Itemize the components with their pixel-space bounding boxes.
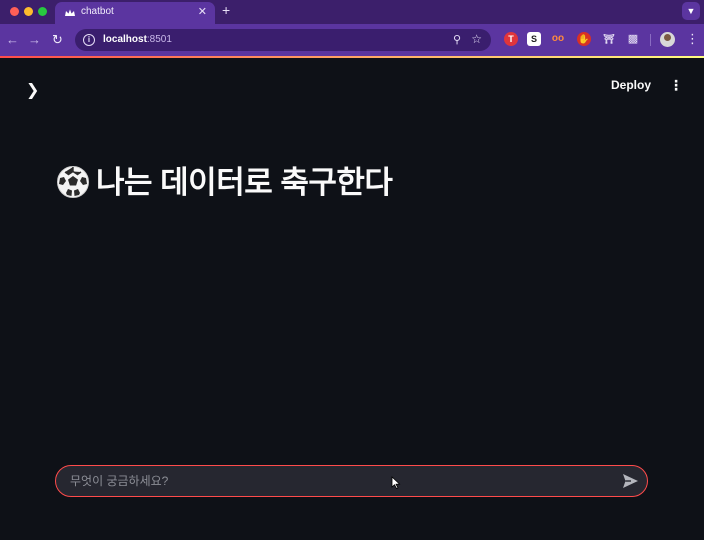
tab-search-chevron-icon[interactable]: ▼ [682, 2, 700, 20]
streamlit-app: ❯ Deploy ⋮ 나는 데이터로 축구한다 [0, 58, 704, 540]
toolbar-divider [650, 34, 651, 46]
mouse-cursor-icon [391, 476, 401, 489]
url-host: localhost [103, 34, 147, 45]
soccer-ball-icon [57, 166, 89, 198]
address-bar[interactable]: i localhost:8501 ⚲ ☆ [75, 29, 491, 51]
url-text: localhost:8501 [103, 34, 172, 45]
streamlit-crown-icon [65, 9, 75, 16]
profile-avatar[interactable] [660, 32, 675, 47]
site-info-icon[interactable]: i [83, 34, 95, 46]
extensions-puzzle-icon[interactable]: ▩ [626, 32, 640, 46]
url-port: :8501 [146, 34, 172, 45]
tab-close-icon[interactable]: ✕ [198, 5, 207, 18]
browser-tab-chatbot[interactable]: chatbot ✕ [55, 2, 215, 24]
extension-hand-icon[interactable]: ✋ [577, 32, 591, 46]
close-window-button[interactable] [10, 7, 19, 16]
page-title: 나는 데이터로 축구한다 [56, 157, 393, 202]
page-title-text: 나는 데이터로 축구한다 [96, 165, 393, 200]
forward-arrow-icon[interactable]: → [28, 32, 41, 48]
extension-glasses-icon[interactable]: oo [551, 32, 565, 46]
browser-toolbar: ← → ↻ i localhost:8501 ⚲ ☆ T S oo ✋ ⛩ ▩ … [0, 24, 704, 56]
extension-red-icon[interactable]: T [504, 32, 518, 46]
minimize-window-button[interactable] [24, 7, 33, 16]
send-icon[interactable] [622, 473, 639, 489]
extension-s-icon[interactable]: S [527, 32, 541, 46]
chat-input-container [55, 465, 648, 497]
browser-tab-bar: chatbot ✕ + ▼ [0, 0, 704, 24]
bookmark-star-icon[interactable]: ☆ [471, 32, 482, 46]
browser-menu-icon[interactable]: ⋮ [686, 30, 699, 48]
new-tab-button[interactable]: + [222, 2, 230, 18]
sidebar-expand-chevron-icon[interactable]: ❯ [26, 80, 39, 100]
reload-icon[interactable]: ↻ [52, 32, 63, 48]
chat-input[interactable] [70, 472, 610, 490]
deploy-button[interactable]: Deploy [611, 78, 651, 92]
zoom-icon[interactable]: ⚲ [453, 33, 461, 46]
app-menu-icon[interactable]: ⋮ [669, 77, 683, 94]
extension-shield-icon[interactable]: ⛩ [602, 32, 616, 46]
tab-title: chatbot [81, 6, 114, 17]
maximize-window-button[interactable] [38, 7, 47, 16]
back-arrow-icon[interactable]: ← [6, 32, 19, 48]
